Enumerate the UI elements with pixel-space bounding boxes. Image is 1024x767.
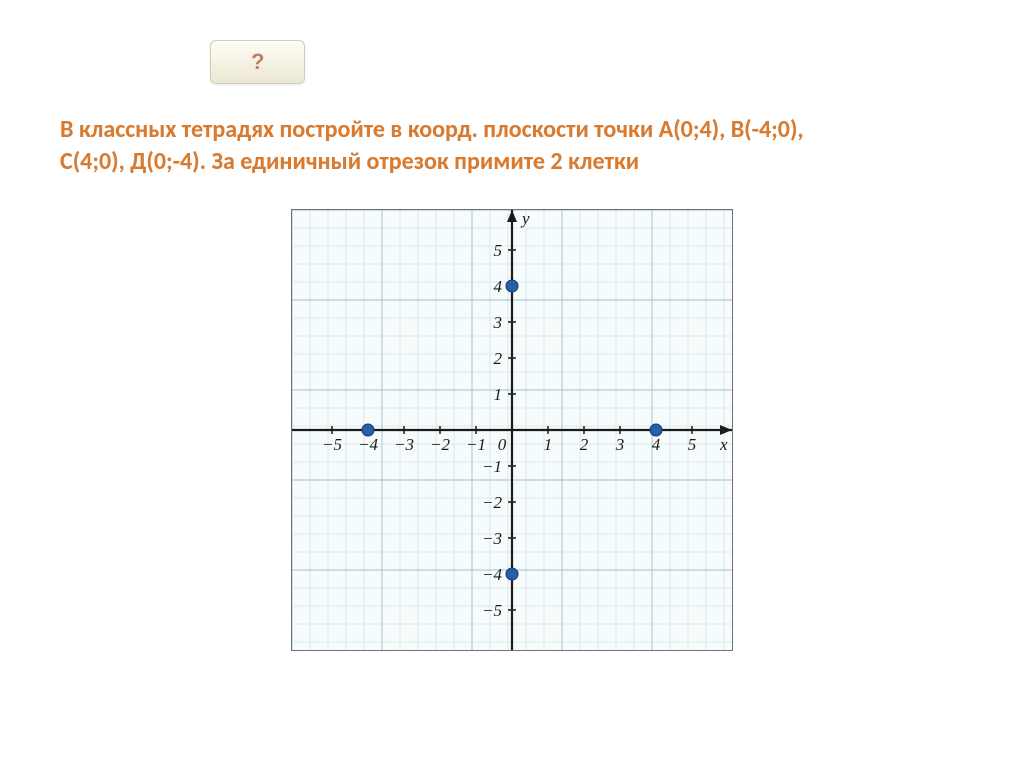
x-axis-label: x (719, 435, 728, 454)
data-point (362, 424, 374, 436)
data-point (506, 280, 518, 292)
x-tick-label: −4 (358, 435, 378, 454)
problem-text: В классных тетрадях постройте в коорд. п… (60, 114, 964, 179)
data-point (650, 424, 662, 436)
x-tick-label: 4 (652, 435, 661, 454)
y-tick-label: −3 (482, 529, 502, 548)
help-button-label: ? (251, 49, 264, 74)
y-tick-label: 2 (494, 349, 503, 368)
problem-line2: С(4;0), Д(0;-4). За единичный отрезок пр… (60, 147, 639, 176)
y-tick-label: 5 (494, 241, 503, 260)
y-tick-label: 3 (493, 313, 503, 332)
x-tick-label: 2 (580, 435, 589, 454)
x-tick-label: 5 (688, 435, 697, 454)
y-axis-label: y (520, 210, 530, 228)
y-tick-label: −5 (482, 601, 502, 620)
x-tick-label: −1 (466, 435, 486, 454)
x-tick-label: −5 (322, 435, 342, 454)
x-tick-label: −3 (394, 435, 414, 454)
y-tick-label: 4 (494, 277, 503, 296)
origin-label: 0 (498, 435, 507, 454)
x-tick-label: 1 (544, 435, 553, 454)
data-point (506, 568, 518, 580)
x-tick-label: 3 (615, 435, 625, 454)
y-tick-label: −2 (482, 493, 502, 512)
problem-line1: В классных тетрадях постройте в коорд. п… (60, 115, 804, 144)
y-tick-label: 1 (494, 385, 503, 404)
x-tick-label: −2 (430, 435, 450, 454)
y-tick-label: −1 (482, 457, 502, 476)
coordinate-grid: x y −5 −4 −3 −2 −1 0 1 2 3 4 5 −5 −4 −3 −2 −1 1 2 3 4 5 (292, 210, 732, 650)
chart-container: x y −5 −4 −3 −2 −1 0 1 2 3 4 5 −5 −4 −3 −2 −1 1 2 3 4 5 (60, 209, 964, 656)
help-button[interactable]: ? (210, 40, 305, 84)
coordinate-plane: x y −5 −4 −3 −2 −1 0 1 2 3 4 5 −5 −4 −3 −2 −1 1 2 3 4 5 (291, 209, 733, 651)
y-tick-label: −4 (482, 565, 502, 584)
